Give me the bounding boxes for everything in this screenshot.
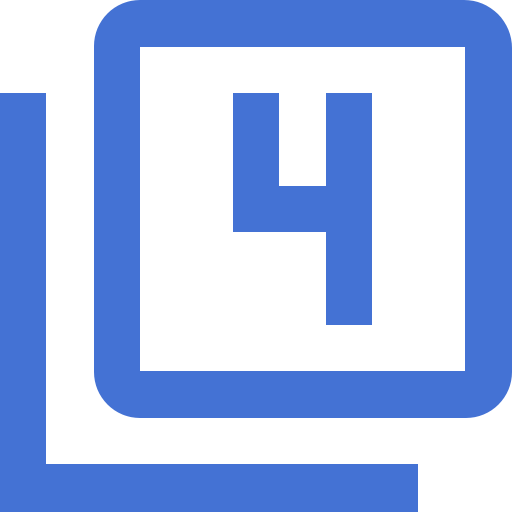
filter-4-icon-svg [0, 0, 512, 512]
digit-four-glyph [233, 93, 372, 325]
filter-4-icon [0, 0, 512, 512]
